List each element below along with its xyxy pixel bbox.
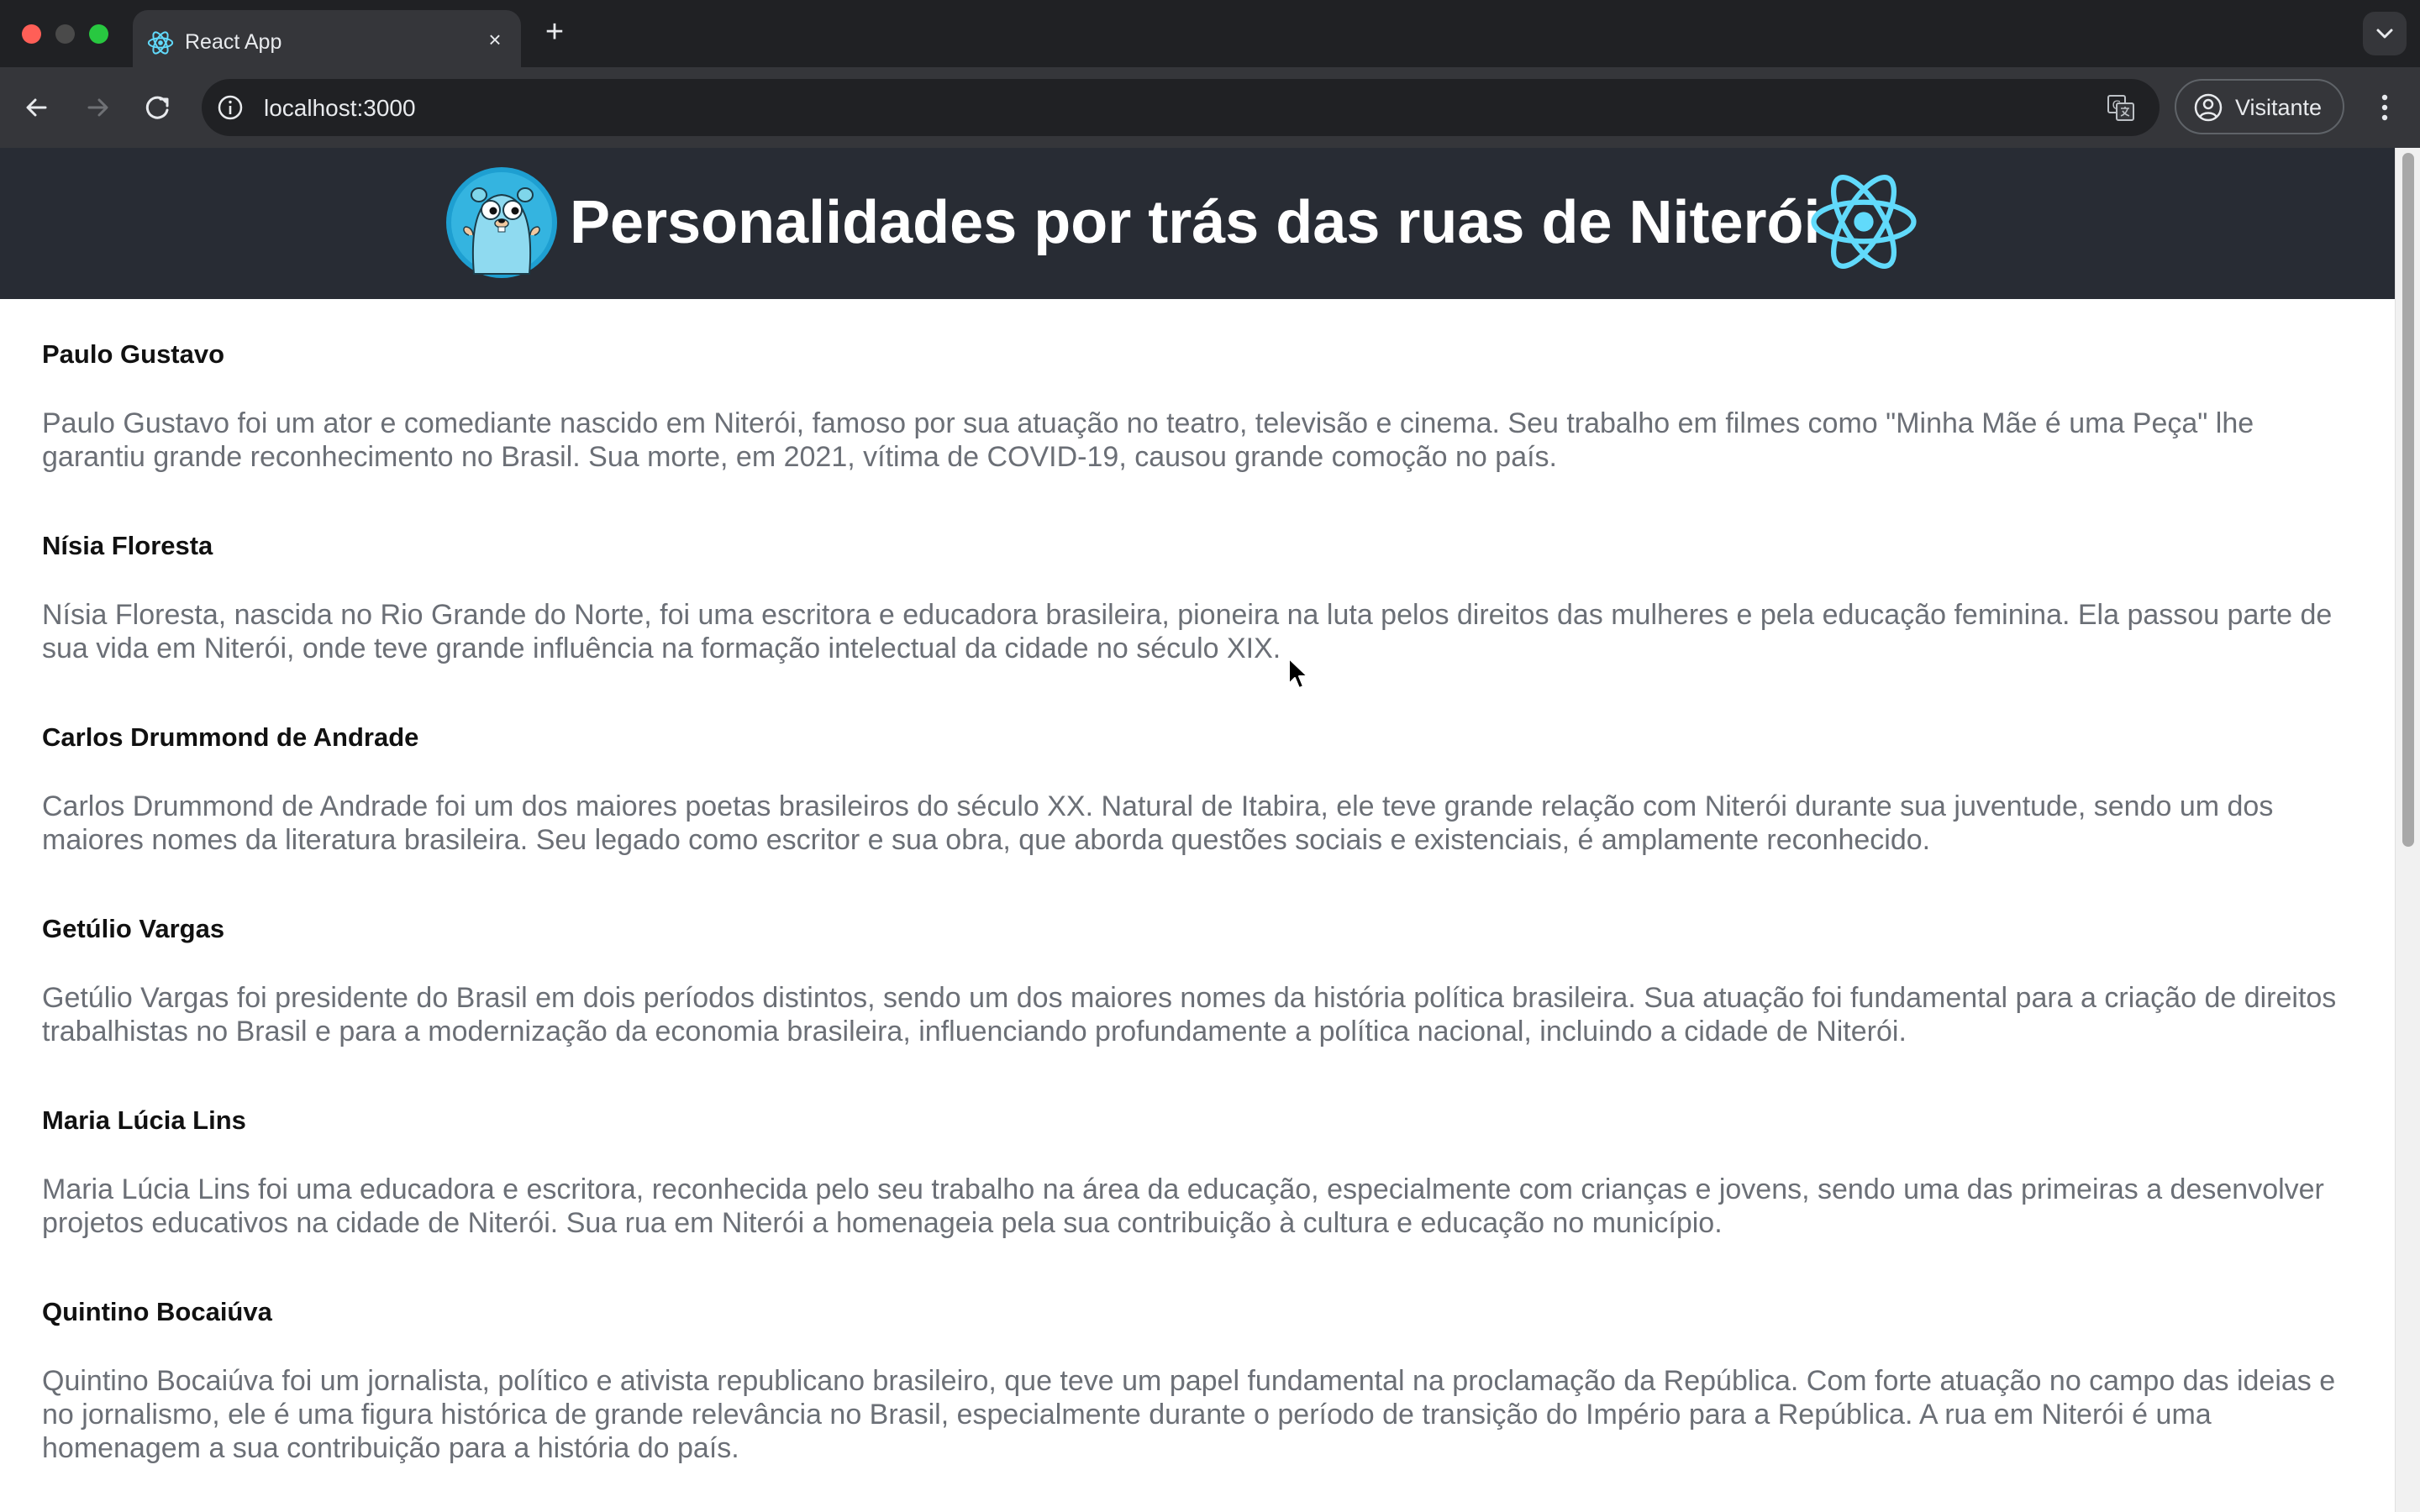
address-bar[interactable]: localhost:3000 G (202, 79, 2160, 136)
person-card: Carlos Drummond de Andrade Carlos Drummo… (42, 722, 2361, 914)
person-description: Maria Lúcia Lins foi uma educadora e esc… (42, 1173, 2324, 1239)
app-header: Personalidades por trás das ruas de Nite… (0, 148, 2395, 299)
person-card: Paulo Gustavo Paulo Gustavo foi um ator … (42, 339, 2361, 531)
tab-close-icon[interactable]: × (482, 27, 508, 52)
forward-arrow-icon[interactable] (77, 87, 118, 128)
profile-button[interactable]: Visitante (2175, 79, 2344, 134)
react-logo (1811, 175, 1917, 269)
tab-react-app[interactable]: React App × (133, 10, 521, 67)
vertical-scrollbar[interactable] (2395, 148, 2420, 1512)
person-description: Paulo Gustavo foi um ator e comediante n… (42, 407, 2254, 473)
person-name: Paulo Gustavo (42, 339, 225, 369)
window-close-button[interactable] (22, 24, 41, 44)
person-name: Carlos Drummond de Andrade (42, 722, 419, 752)
person-card: Nísia Floresta Nísia Floresta, nascida n… (42, 531, 2361, 722)
tab-list-button[interactable] (2363, 12, 2407, 55)
window-maximize-button[interactable] (89, 24, 108, 44)
personalities-list: Paulo Gustavo Paulo Gustavo foi um ator … (42, 339, 2361, 1488)
person-card: Maria Lúcia Lins Maria Lúcia Lins foi um… (42, 1105, 2361, 1297)
new-tab-button[interactable]: + (538, 15, 571, 49)
person-name: Maria Lúcia Lins (42, 1105, 246, 1135)
user-circle-icon (2194, 93, 2223, 122)
person-name: Getúlio Vargas (42, 914, 225, 943)
person-name: Quintino Bocaiúva (42, 1297, 272, 1326)
back-arrow-icon[interactable] (17, 87, 57, 128)
page-title: Personalidades por trás das ruas de Nite… (570, 189, 1821, 256)
person-description: Getúlio Vargas foi presidente do Brasil … (42, 982, 2337, 1047)
page-viewport: Personalidades por trás das ruas de Nite… (0, 148, 2395, 1512)
person-description: Nísia Floresta, nascida no Rio Grande do… (42, 599, 2333, 664)
reload-icon[interactable] (138, 87, 178, 128)
person-card: Quintino Bocaiúva Quintino Bocaiúva foi … (42, 1297, 2361, 1488)
window-minimize-button[interactable] (55, 24, 75, 44)
profile-label: Visitante (2235, 95, 2323, 120)
site-info-icon[interactable] (215, 92, 245, 123)
mouse-cursor-icon (1288, 658, 1308, 689)
tab-title: React App (185, 30, 282, 54)
person-description: Quintino Bocaiúva foi um jornalista, pol… (42, 1365, 2336, 1464)
url-text[interactable]: localhost:3000 (264, 95, 416, 122)
react-favicon-icon (147, 31, 174, 55)
translate-icon[interactable]: G (2106, 92, 2136, 123)
more-vert-icon[interactable] (2368, 87, 2402, 128)
person-name: Nísia Floresta (42, 531, 213, 560)
chevron-down-icon (2376, 29, 2393, 39)
tab-strip: React App × + (0, 0, 2420, 67)
person-card: Getúlio Vargas Getúlio Vargas foi presid… (42, 914, 2361, 1105)
browser-toolbar: localhost:3000 G Visitante (0, 67, 2420, 148)
go-gopher-logo (446, 167, 557, 278)
person-description: Carlos Drummond de Andrade foi um dos ma… (42, 790, 2274, 856)
scrollbar-thumb[interactable] (2402, 153, 2414, 847)
